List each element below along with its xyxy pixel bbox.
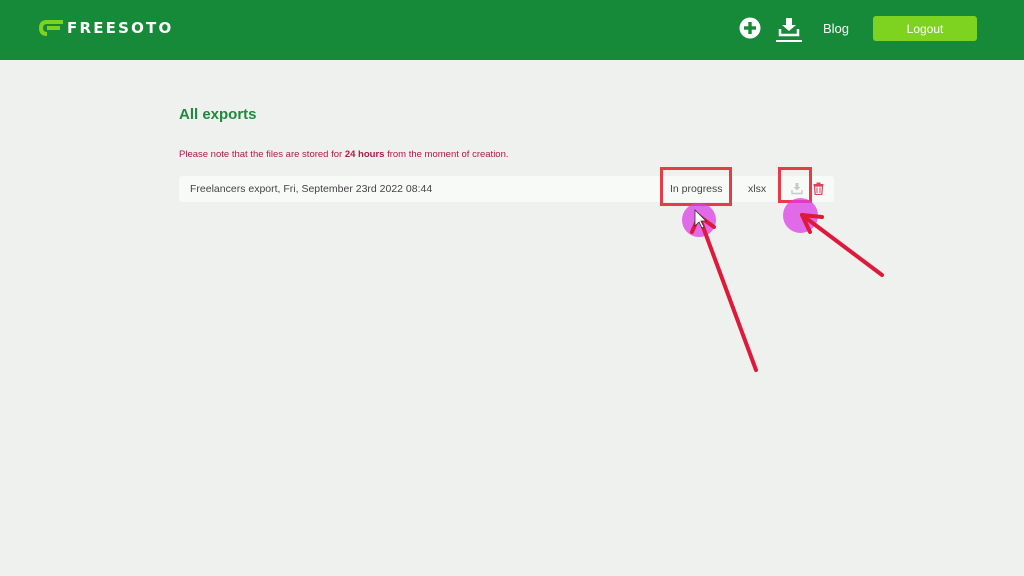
page-title: All exports bbox=[179, 106, 257, 123]
logo-text: FREESOTO bbox=[67, 19, 174, 37]
notice-emphasis: 24 hours bbox=[344, 149, 385, 160]
click-marker bbox=[682, 203, 716, 237]
export-row: Freelancers export, Fri, September 23rd … bbox=[179, 176, 834, 202]
export-name: Freelancers export, Fri, September 23rd … bbox=[190, 183, 433, 195]
export-format: xlsx bbox=[748, 183, 767, 195]
blog-link[interactable]: Blog bbox=[823, 21, 849, 36]
notice-text-after: from the moment of creation. bbox=[384, 149, 509, 160]
storage-notice: Please note that the files are stored fo… bbox=[179, 149, 509, 160]
logout-button[interactable]: Logout bbox=[873, 16, 977, 41]
trash-icon[interactable] bbox=[813, 182, 824, 195]
top-navbar: FREESOTO Blog Logout bbox=[0, 0, 1024, 60]
click-marker bbox=[783, 198, 818, 233]
download-icon[interactable] bbox=[791, 182, 803, 195]
arrow-head bbox=[690, 214, 716, 234]
mouse-cursor-icon bbox=[694, 209, 707, 229]
arrow-head bbox=[800, 213, 824, 234]
annotation-arrows bbox=[690, 209, 884, 372]
arrow-to-download bbox=[800, 213, 884, 277]
exports-download-nav[interactable] bbox=[776, 16, 802, 42]
arrow-to-status bbox=[697, 214, 758, 372]
logo-mark-icon bbox=[39, 20, 63, 36]
freesoto-logo[interactable]: FREESOTO bbox=[38, 18, 173, 38]
add-circle-icon[interactable] bbox=[739, 17, 761, 39]
active-nav-underline bbox=[776, 40, 802, 42]
download-tray-icon bbox=[778, 18, 800, 37]
notice-text-before: Please note that the files are stored fo… bbox=[179, 149, 345, 160]
export-status: In progress bbox=[670, 183, 723, 195]
